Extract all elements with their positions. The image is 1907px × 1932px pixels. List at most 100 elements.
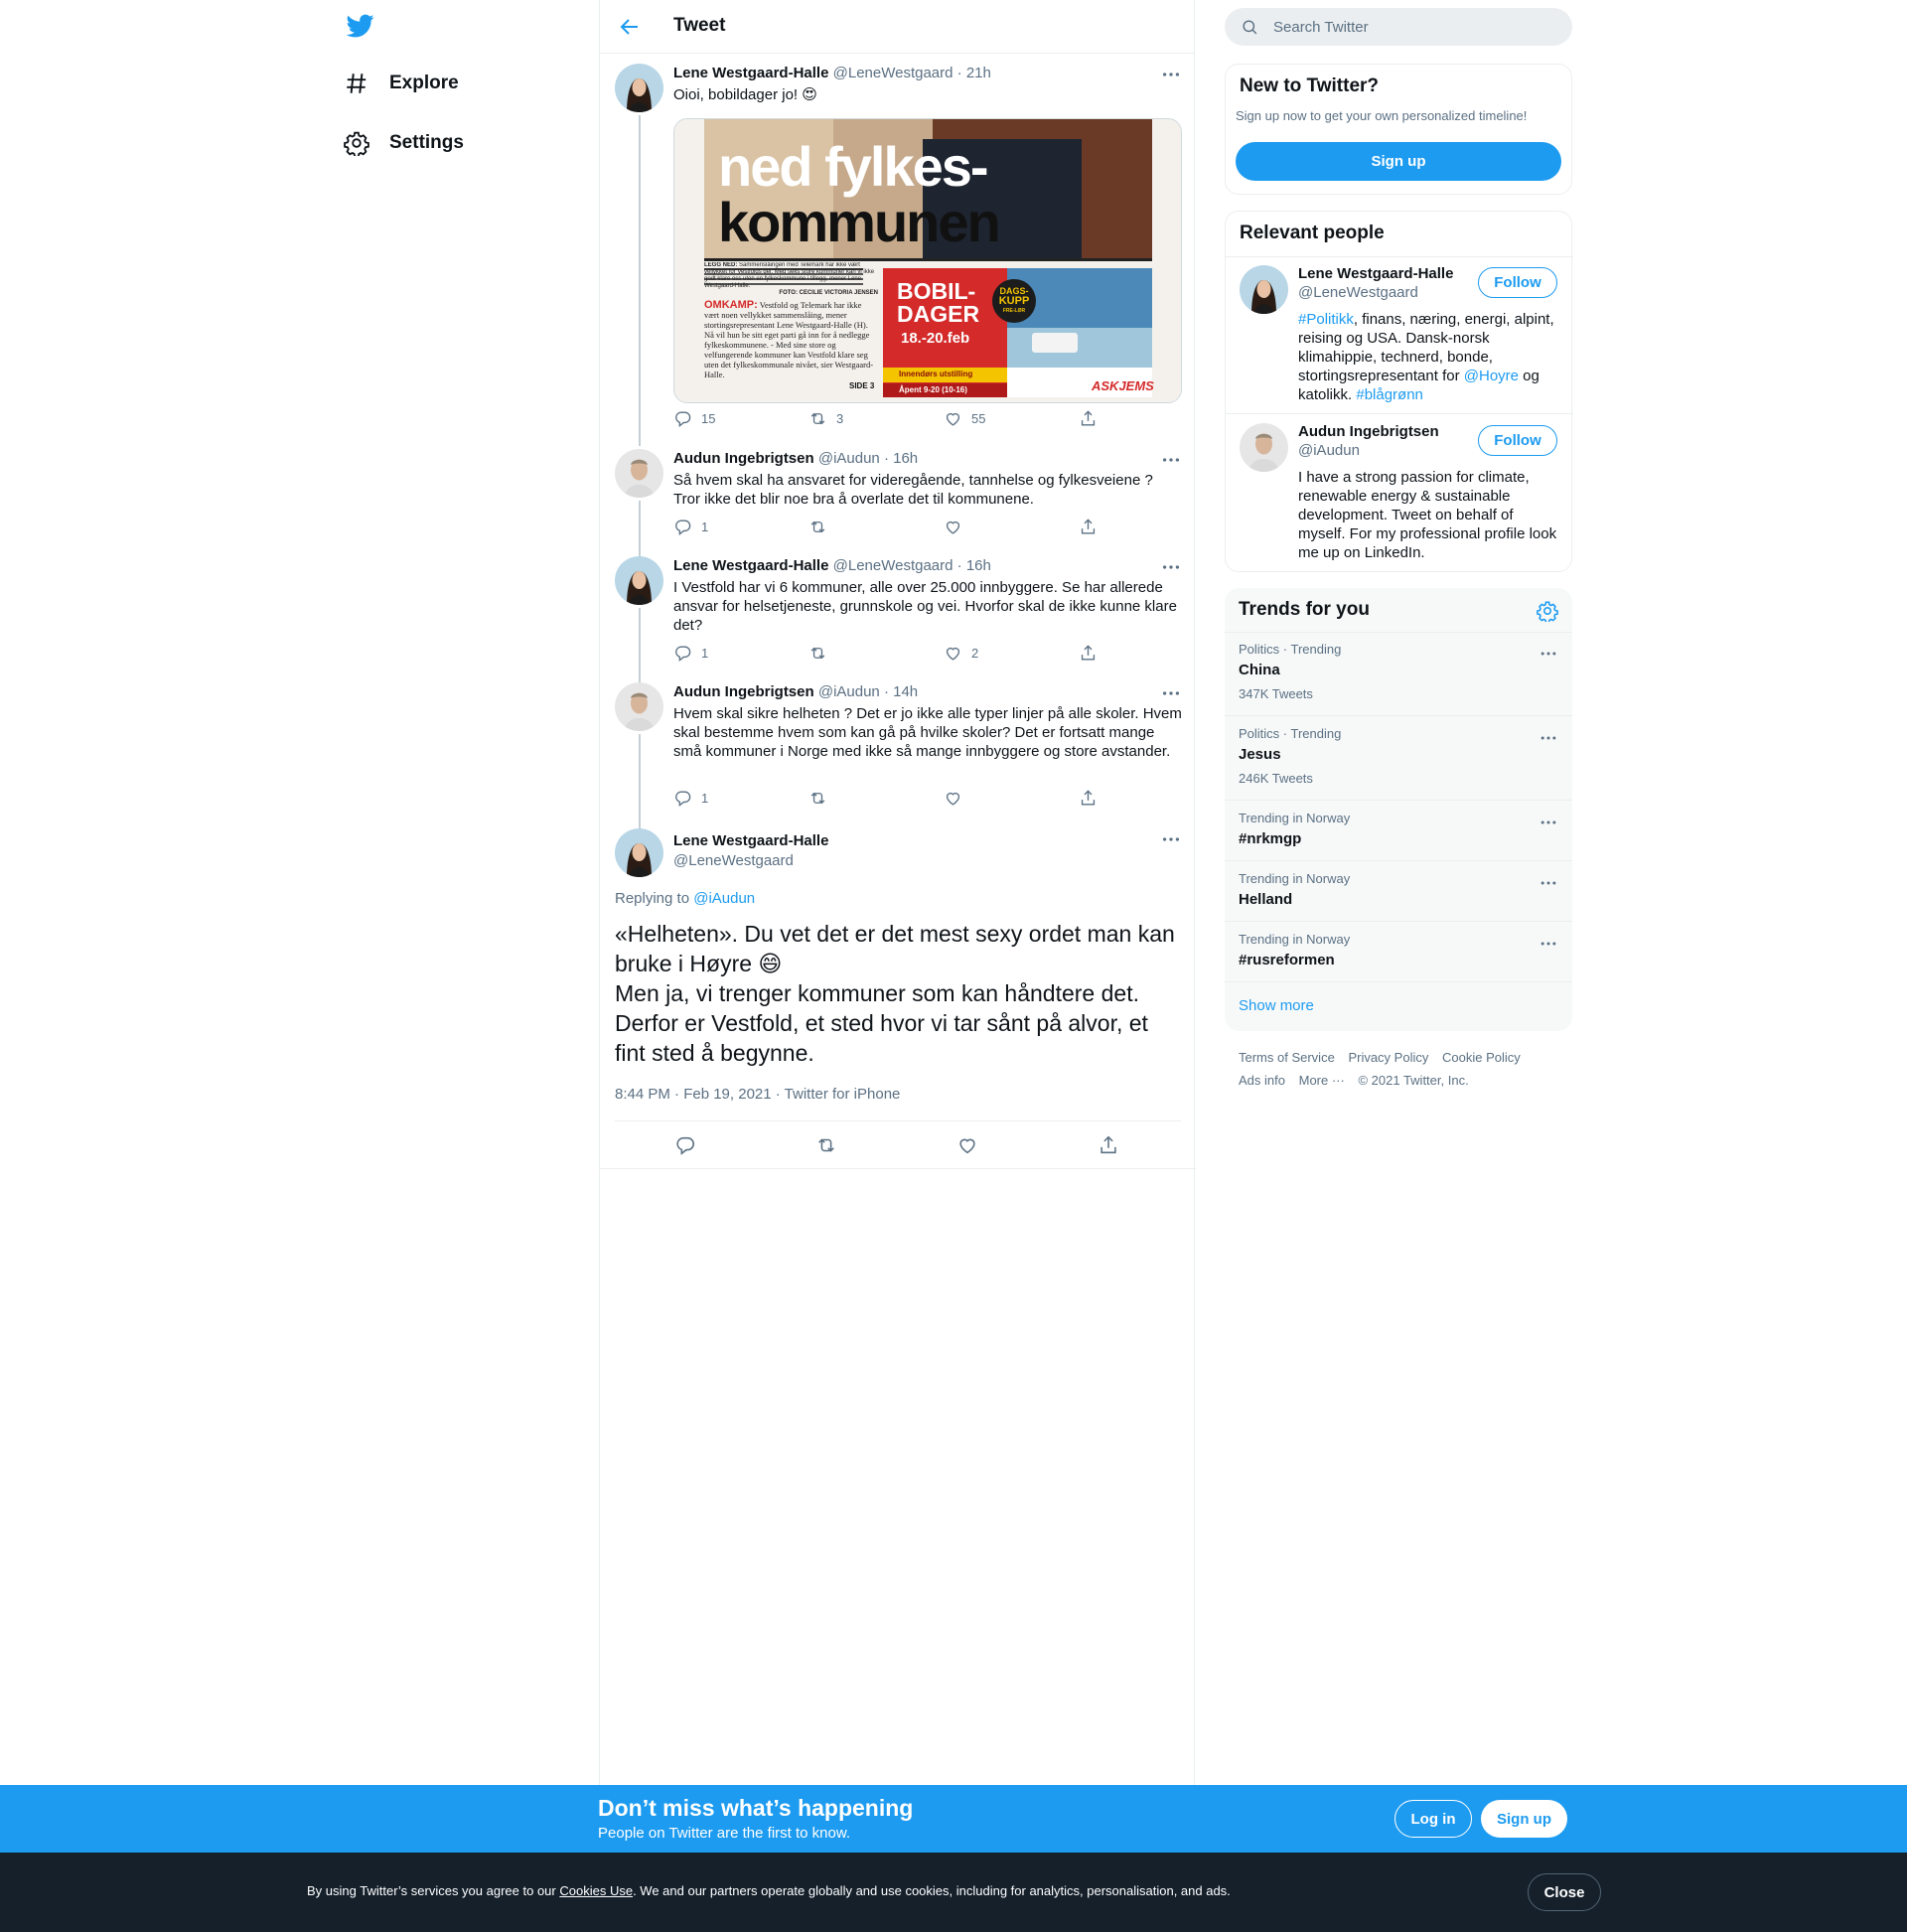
more-options-icon[interactable]	[1539, 934, 1558, 954]
footer-link-cookie[interactable]: Cookie Policy	[1442, 1050, 1521, 1065]
tweet-media-image[interactable]: ned fylkes- kommunen LEGG NED: Sammenslå…	[673, 118, 1182, 403]
retweet-button[interactable]	[808, 789, 827, 808]
trend-item[interactable]: Politics · Trending China 347K Tweets	[1225, 642, 1572, 707]
author-name[interactable]: Lene Westgaard-Halle	[673, 65, 828, 81]
footer-link-terms[interactable]: Terms of Service	[1239, 1050, 1335, 1065]
footer-link-privacy[interactable]: Privacy Policy	[1348, 1050, 1428, 1065]
search-input[interactable]: Search Twitter	[1225, 8, 1572, 46]
nav-settings[interactable]: Settings	[344, 130, 464, 156]
more-options-icon[interactable]	[1539, 728, 1558, 748]
author-name[interactable]: Lene Westgaard-Halle	[673, 831, 1182, 851]
avatar[interactable]	[615, 828, 663, 877]
like-button[interactable]	[944, 789, 962, 808]
divider	[1225, 860, 1572, 861]
show-more-link[interactable]: Show more	[1239, 997, 1314, 1014]
settings-gear-icon[interactable]	[1537, 600, 1558, 622]
person-name[interactable]: Audun Ingebrigtsen	[1298, 423, 1439, 440]
signup-banner: Don’t miss what’s happening People on Tw…	[0, 1785, 1907, 1853]
reply-button[interactable]: 1	[673, 518, 708, 536]
tweet-source[interactable]: Twitter for iPhone	[785, 1086, 901, 1103]
log-in-button[interactable]: Log in	[1394, 1800, 1472, 1838]
share-button[interactable]	[1079, 789, 1098, 808]
follow-button[interactable]: Follow	[1478, 267, 1557, 298]
cookies-use-link[interactable]: Cookies Use	[559, 1883, 633, 1898]
reply-count: 1	[701, 646, 709, 661]
more-options-icon[interactable]	[1539, 644, 1558, 664]
like-button[interactable]: 2	[944, 644, 978, 663]
reply-button[interactable]: 1	[673, 789, 708, 808]
avatar[interactable]	[615, 682, 663, 731]
author-handle[interactable]: @iAudun	[818, 683, 880, 700]
retweet-button[interactable]	[808, 644, 827, 663]
heart-icon[interactable]	[956, 1134, 978, 1156]
trends-card: Trends for you Politics · Trending China…	[1225, 588, 1572, 1031]
tweet-time[interactable]: 21h	[966, 65, 991, 81]
close-button[interactable]: Close	[1528, 1873, 1601, 1911]
avatar[interactable]	[615, 449, 663, 498]
author-name[interactable]: Audun Ingebrigtsen	[673, 450, 814, 467]
author-handle[interactable]: @iAudun	[818, 450, 880, 467]
arrow-left-icon[interactable]	[618, 15, 642, 39]
more-options-icon[interactable]	[1160, 682, 1182, 704]
more-options-icon[interactable]	[1539, 813, 1558, 832]
author-name[interactable]: Lene Westgaard-Halle	[673, 557, 828, 574]
author-handle[interactable]: @LeneWestgaard	[833, 557, 954, 574]
retweet-icon[interactable]	[815, 1134, 837, 1156]
person-handle[interactable]: @iAudun	[1298, 442, 1360, 459]
avatar[interactable]	[1240, 423, 1288, 472]
tweet-time[interactable]: 14h	[893, 683, 918, 700]
tweet-time[interactable]: 16h	[893, 450, 918, 467]
bio-hashtag-link[interactable]: #blågrønn	[1356, 386, 1423, 403]
retweet-button[interactable]: 3	[808, 409, 843, 428]
avatar[interactable]	[1240, 265, 1288, 314]
more-options-icon[interactable]	[1160, 828, 1182, 850]
share-button[interactable]	[1079, 644, 1098, 663]
like-count: 55	[971, 411, 986, 426]
trend-item[interactable]: Trending in Norway #rusreformen	[1225, 932, 1572, 975]
author-handle[interactable]: @LeneWestgaard	[833, 65, 954, 81]
tweet-text: Så hvem skal ha ansvaret for videregåend…	[673, 472, 1153, 508]
trend-item[interactable]: Politics · Trending Jesus 246K Tweets	[1225, 726, 1572, 792]
sign-up-button[interactable]: Sign up	[1481, 1800, 1567, 1838]
like-button[interactable]: 55	[944, 409, 985, 428]
thread-tweet[interactable]: Lene Westgaard-Halle @LeneWestgaard · 21…	[615, 64, 1182, 446]
person-item[interactable]: Lene Westgaard-Halle @LeneWestgaard Foll…	[1226, 265, 1573, 414]
author-name[interactable]: Audun Ingebrigtsen	[673, 683, 814, 700]
author-handle[interactable]: @LeneWestgaard	[673, 851, 1182, 871]
footer-link-ads[interactable]: Ads info	[1239, 1073, 1285, 1088]
like-button[interactable]	[944, 518, 962, 536]
replying-to-link[interactable]: @iAudun	[693, 890, 755, 907]
person-item[interactable]: Audun Ingebrigtsen @iAudun Follow I have…	[1226, 423, 1573, 562]
footer-links: Terms of Service Privacy Policy Cookie P…	[1239, 1046, 1566, 1092]
reply-icon[interactable]	[674, 1134, 696, 1156]
avatar[interactable]	[615, 556, 663, 605]
more-options-icon[interactable]	[1160, 556, 1182, 578]
divider	[1226, 413, 1573, 414]
sign-up-button[interactable]: Sign up	[1236, 142, 1561, 181]
tweet-time[interactable]: 16h	[966, 557, 991, 574]
reply-button[interactable]: 1	[673, 644, 708, 663]
person-handle[interactable]: @LeneWestgaard	[1298, 284, 1418, 301]
trend-item[interactable]: Trending in Norway #nrkmgp	[1225, 811, 1572, 854]
bio-hashtag-link[interactable]: #Politikk	[1298, 311, 1354, 328]
share-button[interactable]	[1079, 409, 1098, 428]
bio-mention-link[interactable]: @Hoyre	[1464, 368, 1519, 384]
nav-explore[interactable]: Explore	[344, 71, 459, 96]
share-button[interactable]	[1079, 518, 1098, 536]
reply-button[interactable]: 15	[673, 409, 715, 428]
focus-tweet-header[interactable]: Lene Westgaard-Halle @LeneWestgaard	[615, 828, 1182, 888]
person-name[interactable]: Lene Westgaard-Halle	[1298, 265, 1453, 282]
trend-item[interactable]: Trending in Norway Helland	[1225, 871, 1572, 915]
share-icon[interactable]	[1098, 1134, 1119, 1156]
footer-link-more[interactable]: More ···	[1299, 1073, 1345, 1088]
more-options-icon[interactable]	[1160, 449, 1182, 471]
twitter-bird-icon[interactable]	[346, 12, 375, 40]
more-options-icon[interactable]	[1539, 873, 1558, 893]
gear-icon	[344, 131, 369, 156]
follow-button[interactable]: Follow	[1478, 425, 1557, 456]
cookie-text-after: . We and our partners operate globally a…	[633, 1883, 1231, 1898]
timestamp-text[interactable]: 8:44 PM · Feb 19, 2021	[615, 1086, 772, 1103]
retweet-button[interactable]	[808, 518, 827, 536]
more-options-icon[interactable]	[1160, 64, 1182, 85]
avatar[interactable]	[615, 64, 663, 112]
